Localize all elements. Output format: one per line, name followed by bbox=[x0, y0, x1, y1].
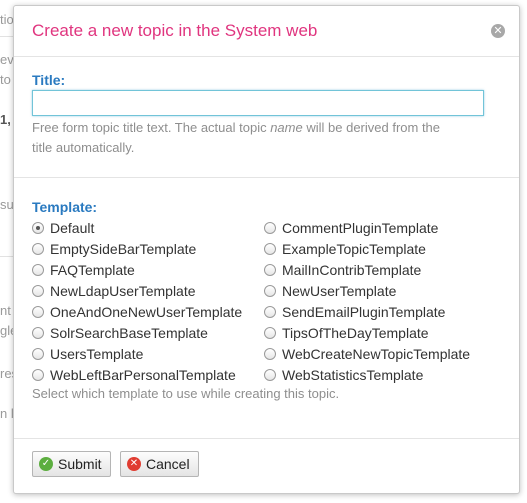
bg-fragment: gle bbox=[0, 323, 14, 338]
template-option[interactable]: SendEmailPluginTemplate bbox=[264, 302, 445, 322]
submit-button[interactable]: ✓ Submit bbox=[32, 451, 111, 477]
template-option[interactable]: WebLeftBarPersonalTemplate bbox=[32, 365, 236, 385]
title-hint-text: Free form topic title text. The actual t… bbox=[32, 120, 271, 135]
template-option-label: ExampleTopicTemplate bbox=[282, 241, 426, 257]
template-option-label: EmptySideBarTemplate bbox=[50, 241, 197, 257]
template-option-label: WebCreateNewTopicTemplate bbox=[282, 346, 471, 362]
template-option[interactable]: SolrSearchBaseTemplate bbox=[32, 323, 208, 343]
title-input[interactable] bbox=[32, 90, 484, 116]
dialog-title: Create a new topic in the System web bbox=[32, 21, 318, 40]
radio-button[interactable] bbox=[32, 222, 44, 235]
bg-fragment: res bbox=[0, 366, 14, 381]
bg-fragment: nt bbox=[0, 303, 11, 318]
title-hint-emphasis: name bbox=[270, 120, 303, 135]
title-label: Title: bbox=[32, 72, 66, 88]
bg-fragment: to bbox=[0, 72, 11, 87]
radio-button[interactable] bbox=[32, 348, 44, 361]
create-topic-dialog: Create a new topic in the System web ✕ T… bbox=[13, 5, 520, 494]
template-option-label: UsersTemplate bbox=[50, 346, 144, 362]
template-hint: Select which template to use while creat… bbox=[32, 386, 340, 401]
bg-fragment: eve bbox=[0, 52, 14, 67]
dialog-titlebar: Create a new topic in the System web ✕ bbox=[14, 6, 519, 57]
template-option[interactable]: FAQTemplate bbox=[32, 260, 135, 280]
radio-button[interactable] bbox=[32, 327, 44, 340]
template-option-label: CommentPluginTemplate bbox=[282, 220, 439, 236]
template-option[interactable]: TipsOfTheDayTemplate bbox=[264, 323, 429, 343]
bg-fragment: n li bbox=[0, 406, 14, 421]
template-option-label: WebStatisticsTemplate bbox=[282, 367, 424, 383]
template-option-label: NewLdapUserTemplate bbox=[50, 283, 196, 299]
radio-button[interactable] bbox=[264, 264, 276, 277]
bg-fragment: 1, bbox=[0, 112, 11, 127]
template-option-label: SolrSearchBaseTemplate bbox=[50, 325, 208, 341]
radio-button[interactable] bbox=[32, 306, 44, 319]
template-option-label: OneAndOneNewUserTemplate bbox=[50, 304, 243, 320]
template-option[interactable]: UsersTemplate bbox=[32, 344, 143, 364]
radio-button[interactable] bbox=[264, 348, 276, 361]
check-icon: ✓ bbox=[39, 457, 53, 472]
radio-button[interactable] bbox=[264, 327, 276, 340]
template-option-label: FAQTemplate bbox=[50, 262, 135, 278]
title-hint-text: will be derived from the bbox=[302, 120, 441, 135]
bg-fragment: tio bbox=[0, 12, 14, 27]
radio-button[interactable] bbox=[32, 264, 44, 277]
section-divider bbox=[14, 177, 519, 178]
template-option[interactable]: WebStatisticsTemplate bbox=[264, 365, 423, 385]
template-option[interactable]: Default bbox=[32, 218, 94, 238]
cancel-button[interactable]: ✕ Cancel bbox=[120, 451, 199, 477]
template-option-label: WebLeftBarPersonalTemplate bbox=[50, 367, 236, 383]
template-option[interactable]: NewLdapUserTemplate bbox=[32, 281, 196, 301]
radio-button[interactable] bbox=[264, 306, 276, 319]
dialog-footer: ✓ Submit ✕ Cancel bbox=[14, 438, 519, 493]
background-page: tio eve to 1, sue nt gle res n li bbox=[0, 0, 14, 503]
radio-button[interactable] bbox=[32, 243, 44, 256]
bg-divider bbox=[0, 256, 14, 257]
radio-button[interactable] bbox=[32, 369, 44, 382]
template-option[interactable]: OneAndOneNewUserTemplate bbox=[32, 302, 242, 322]
template-option-label: NewUserTemplate bbox=[282, 283, 397, 299]
radio-button[interactable] bbox=[264, 222, 276, 235]
template-option[interactable]: ExampleTopicTemplate bbox=[264, 239, 426, 259]
template-label: Template: bbox=[32, 199, 98, 215]
template-option[interactable]: NewUserTemplate bbox=[264, 281, 396, 301]
title-hint: Free form topic title text. The actual t… bbox=[32, 118, 440, 138]
radio-button[interactable] bbox=[264, 285, 276, 298]
template-option[interactable]: WebCreateNewTopicTemplate bbox=[264, 344, 470, 364]
submit-label: Submit bbox=[58, 456, 102, 472]
template-option-label: MailInContribTemplate bbox=[282, 262, 422, 278]
bg-divider bbox=[0, 36, 14, 37]
template-option-label: Default bbox=[50, 220, 95, 236]
title-hint-line2: title automatically. bbox=[32, 140, 135, 155]
cancel-icon: ✕ bbox=[127, 457, 141, 472]
template-option[interactable]: CommentPluginTemplate bbox=[264, 218, 438, 238]
bg-fragment: sue bbox=[0, 197, 14, 212]
template-option-label: SendEmailPluginTemplate bbox=[282, 304, 446, 320]
close-icon[interactable]: ✕ bbox=[491, 24, 505, 38]
radio-button[interactable] bbox=[264, 369, 276, 382]
radio-button[interactable] bbox=[264, 243, 276, 256]
template-option[interactable]: EmptySideBarTemplate bbox=[32, 239, 196, 259]
template-option-label: TipsOfTheDayTemplate bbox=[282, 325, 429, 341]
template-option[interactable]: MailInContribTemplate bbox=[264, 260, 421, 280]
radio-button[interactable] bbox=[32, 285, 44, 298]
cancel-label: Cancel bbox=[146, 456, 190, 472]
